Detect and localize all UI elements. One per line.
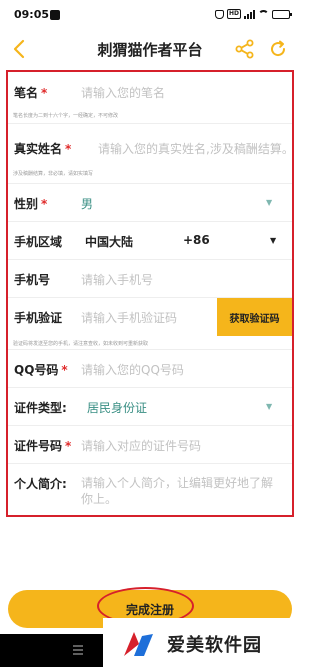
pen-name-label: 笔名 [14,86,39,100]
required-mark: * [65,439,72,453]
verify-row[interactable]: 手机验证 请输入手机验证码 获取验证码 验证码将发送至您的手机，请注意查收，如未… [8,298,292,350]
pen-name-hint: 笔名长度为二到十六个字，一经确定，不可修改 [13,113,119,119]
phone-label: 手机号 [14,273,51,287]
status-icons: HD [214,9,292,19]
verify-label: 手机验证 [14,311,63,325]
real-name-hint: 涉及稿酬结算，非必填，请如实填写 [13,171,94,177]
id-number-input[interactable]: 请输入对应的证件号码 [81,437,201,454]
watermark: 爱美软件园 [103,618,300,667]
real-name-row[interactable]: 真实姓名 * 请输入您的真实姓名,涉及稿酬结算。 涉及稿酬结算，非必填，请如实填写 [8,124,292,184]
id-type-dropdown-icon[interactable]: ▼ [266,402,272,411]
wifi-icon [258,10,269,18]
intro-textarea[interactable]: 请输入个人简介，让编辑更好地了解你上。 [81,475,281,507]
page-title: 刺猬猫作者平台 [97,41,203,59]
registration-form: 笔名 * 请输入您的笔名 笔名长度为二到十六个字，一经确定，不可修改 真实姓名 * … [6,70,294,517]
get-code-button[interactable]: 获取验证码 [217,298,292,336]
country-code: +86 [183,233,210,247]
menu-icon[interactable] [70,642,86,658]
qq-label: QQ号码 [14,363,59,377]
gender-dropdown-icon[interactable]: ▼ [266,198,272,207]
id-type-select[interactable]: 居民身份证 [87,399,147,416]
share-icon[interactable] [235,39,255,59]
required-mark: * [61,363,68,377]
required-mark: * [41,197,48,211]
intro-label: 个人简介: [14,477,67,491]
required-mark: * [65,142,72,156]
watermark-text: 爱美软件园 [167,635,262,656]
verify-code-input[interactable]: 请输入手机验证码 [81,309,177,326]
hd-badge: HD [226,9,241,19]
gender-row[interactable]: 性别 * 男 ▼ [8,184,292,222]
phone-region-row[interactable]: 手机区域 中国大陆 +86 ▼ [8,222,292,260]
navigation-bar: 刺猬猫作者平台 [0,30,300,68]
battery-icon [272,9,292,19]
real-name-label: 真实姓名 [14,142,63,156]
bell-mute-icon [214,9,224,19]
qq-row[interactable]: QQ号码 * 请输入您的QQ号码 [8,350,292,388]
qq-input[interactable]: 请输入您的QQ号码 [81,361,184,378]
pen-name-input[interactable]: 请输入您的笔名 [81,84,165,101]
phone-region-select[interactable]: 中国大陆 [85,233,133,250]
refresh-icon[interactable] [268,39,288,59]
pen-name-row[interactable]: 笔名 * 请输入您的笔名 笔名长度为二到十六个字，一经确定，不可修改 [8,72,292,124]
intro-row[interactable]: 个人简介: 请输入个人简介，让编辑更好地了解你上。 [8,464,292,515]
notification-app-icon [50,10,60,20]
status-bar: 09:05 HD [0,0,300,30]
phone-region-label: 手机区域 [14,235,63,249]
real-name-input[interactable]: 请输入您的真实姓名,涉及稿酬结算。 [98,140,292,157]
status-time: 09:05 [14,8,50,21]
id-type-row[interactable]: 证件类型: 居民身份证 ▼ [8,388,292,426]
watermark-logo-icon [120,626,156,662]
phone-input[interactable]: 请输入手机号 [81,271,153,288]
phone-region-dropdown-icon[interactable]: ▼ [270,236,276,245]
verify-hint: 验证码将发送至您的手机，请注意查收，如未收到可重新获取 [13,341,149,347]
gender-select[interactable]: 男 [81,195,93,212]
signal-icon [244,9,255,19]
phone-row[interactable]: 手机号 请输入手机号 [8,260,292,298]
required-mark: * [41,86,48,100]
id-number-label: 证件号码 [14,439,63,453]
id-type-label: 证件类型: [14,401,67,415]
gender-label: 性别 [14,197,39,211]
id-number-row[interactable]: 证件号码 * 请输入对应的证件号码 [8,426,292,464]
